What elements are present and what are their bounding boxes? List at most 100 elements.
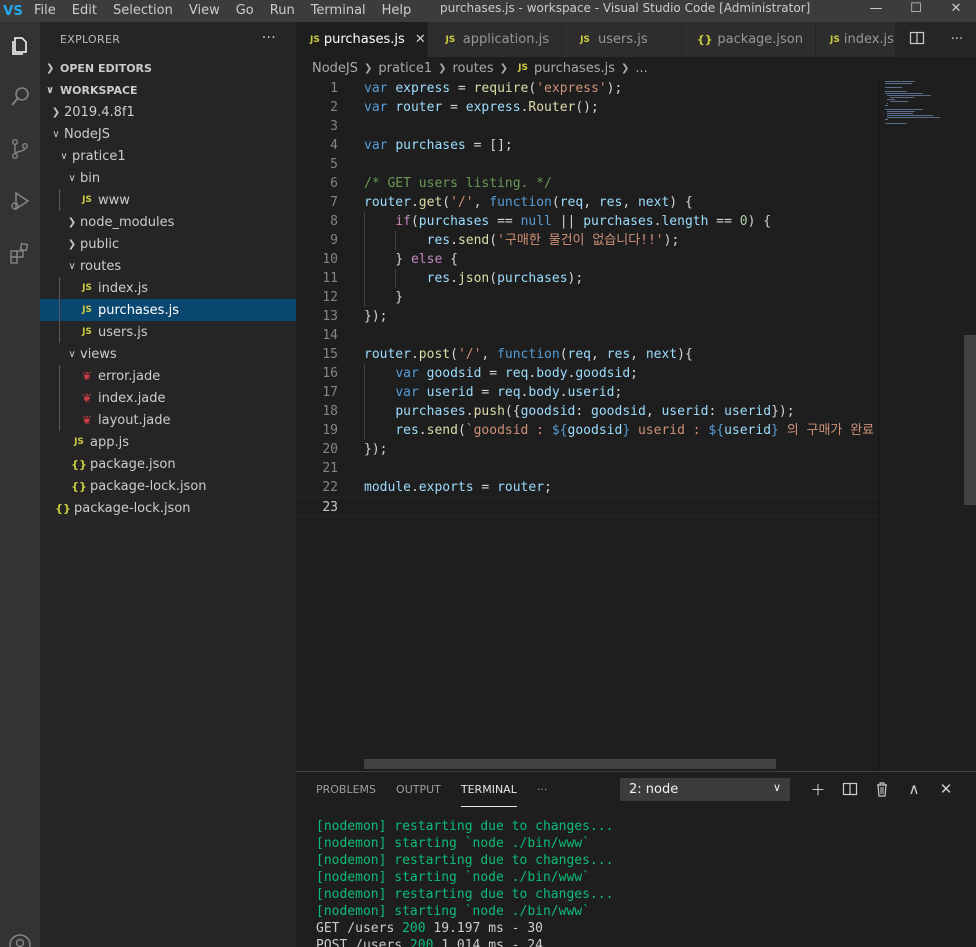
tree-file[interactable]: {} package-lock.json: [40, 497, 296, 519]
code-editor[interactable]: 1 var express = require('express'); 2 var r…: [296, 79, 976, 771]
horizontal-scrollbar[interactable]: [364, 759, 776, 769]
panel-more-icon[interactable]: ···: [537, 772, 548, 807]
split-editor-icon[interactable]: [909, 30, 925, 50]
tree-file[interactable]: JS users.js: [40, 321, 296, 343]
minimap-line: [885, 87, 903, 88]
close-icon[interactable]: ✕: [936, 0, 976, 16]
panel-tabs: PROBLEMS OUTPUT TERMINAL ···: [316, 772, 567, 807]
maximize-icon[interactable]: ☐: [896, 0, 936, 16]
split-terminal-icon[interactable]: [834, 778, 866, 800]
more-actions-icon[interactable]: ···: [262, 30, 276, 46]
close-tab-icon[interactable]: ✕: [415, 32, 426, 47]
tree-file[interactable]: JS purchases.js: [40, 299, 296, 321]
account-icon[interactable]: [0, 925, 40, 947]
tree-folder[interactable]: ∨ NodeJS: [40, 123, 296, 145]
chevron-down-icon: ∨: [68, 260, 76, 272]
menu-selection[interactable]: Selection: [105, 0, 181, 22]
tree-file[interactable]: JS index.js: [40, 277, 296, 299]
tree-file[interactable]: {} package-lock.json: [40, 475, 296, 497]
code-line[interactable]: 23: [296, 497, 878, 516]
minimize-icon[interactable]: —: [856, 0, 896, 16]
code-line[interactable]: 11 res.json(purchases);: [296, 269, 878, 288]
code-line[interactable]: 8 if(purchases == null || purchases.leng…: [296, 212, 878, 231]
menu-terminal[interactable]: Terminal: [303, 0, 374, 22]
terminal-output[interactable]: [nodemon] restarting due to changes... [n…: [316, 818, 613, 947]
code-line[interactable]: 3: [296, 117, 878, 136]
code-line[interactable]: 1 var express = require('express');: [296, 79, 878, 98]
menu-help[interactable]: Help: [374, 0, 420, 22]
tree-folder[interactable]: ∨ views: [40, 343, 296, 365]
tab-users-js[interactable]: JS users.js: [562, 22, 682, 57]
code-line[interactable]: 19 res.send(`goodsid : ${goodsid} userid…: [296, 421, 878, 440]
scrollbar-thumb[interactable]: [964, 335, 976, 505]
files-icon[interactable]: [0, 26, 40, 66]
close-icon[interactable]: ✕: [930, 778, 962, 800]
menu-run[interactable]: Run: [262, 0, 303, 22]
tree-folder[interactable]: ❯ node_modules: [40, 211, 296, 233]
tab-application-js[interactable]: JS application.js: [428, 22, 562, 57]
code-line[interactable]: 6 /* GET users listing. */: [296, 174, 878, 193]
code-line[interactable]: 22 module.exports = router;: [296, 478, 878, 497]
breadcrumb-item[interactable]: purchases.js: [534, 61, 615, 76]
tree-folder[interactable]: ∨ bin: [40, 167, 296, 189]
source-control-icon[interactable]: [0, 129, 40, 169]
tab-terminal[interactable]: TERMINAL: [460, 772, 517, 807]
code-line[interactable]: 4 var purchases = [];: [296, 136, 878, 155]
tree-folder[interactable]: ∨ routes: [40, 255, 296, 277]
minimap[interactable]: [878, 79, 962, 771]
run-debug-icon[interactable]: [0, 181, 40, 221]
code-line[interactable]: 5: [296, 155, 878, 174]
json-file-icon: {}: [55, 501, 71, 515]
menu-view[interactable]: View: [181, 0, 228, 22]
breadcrumb-item[interactable]: ...: [635, 61, 647, 76]
code-line[interactable]: 13});: [296, 307, 878, 326]
terminal-select[interactable]: 2: node ∨: [620, 778, 790, 801]
menu-go[interactable]: Go: [228, 0, 262, 22]
trash-icon[interactable]: [866, 778, 898, 800]
vertical-scrollbar[interactable]: [964, 79, 976, 771]
code-line[interactable]: 10 } else {: [296, 250, 878, 269]
tab-index-js[interactable]: JS index.js: [816, 22, 896, 57]
tree-file[interactable]: JS app.js: [40, 431, 296, 453]
tree-folder[interactable]: ❯ public: [40, 233, 296, 255]
menu-edit[interactable]: Edit: [64, 0, 105, 22]
code-line[interactable]: 12 }: [296, 288, 878, 307]
code-line[interactable]: 14: [296, 326, 878, 345]
tree-folder[interactable]: ❯ 2019.4.8f1: [40, 101, 296, 123]
tab-problems[interactable]: PROBLEMS: [316, 772, 376, 807]
more-actions-icon[interactable]: ···: [951, 32, 963, 47]
tree-file[interactable]: {} package.json: [40, 453, 296, 475]
code-line[interactable]: 9 res.send('구매한 물건이 없습니다!!');: [296, 231, 878, 250]
minimap-line: [887, 99, 895, 100]
extensions-icon[interactable]: [0, 233, 40, 273]
line-number: 6: [330, 176, 338, 191]
code-line[interactable]: 7 router.get('/', function(req, res, next…: [296, 193, 878, 212]
tree-folder[interactable]: ∨ pratice1: [40, 145, 296, 167]
chevron-up-icon[interactable]: ∧: [898, 778, 930, 800]
breadcrumb-item[interactable]: pratice1: [378, 61, 432, 76]
code-line[interactable]: 16 var goodsid = req.body.goodsid;: [296, 364, 878, 383]
code-line[interactable]: 20});: [296, 440, 878, 459]
tree-item-label: node_modules: [80, 214, 175, 230]
search-icon[interactable]: [0, 77, 40, 117]
code-line[interactable]: 15 router.post('/', function(req, res, ne…: [296, 345, 878, 364]
menu-file[interactable]: File: [26, 0, 64, 22]
tree-file[interactable]: ❦ index.jade: [40, 387, 296, 409]
tab-output[interactable]: OUTPUT: [396, 772, 441, 807]
tree-file[interactable]: ❦ error.jade: [40, 365, 296, 387]
add-terminal-icon[interactable]: ＋: [802, 778, 834, 800]
tree-file[interactable]: JS www: [40, 189, 296, 211]
code-line[interactable]: 21: [296, 459, 878, 478]
code-line[interactable]: 2 var router = express.Router();: [296, 98, 878, 117]
workspace-section[interactable]: ∨ WORKSPACE: [40, 79, 296, 101]
tab-purchases-js[interactable]: JS purchases.js ✕: [296, 22, 428, 57]
tree-file[interactable]: ❦ layout.jade: [40, 409, 296, 431]
code-line[interactable]: 18 purchases.push({goodsid: goodsid, use…: [296, 402, 878, 421]
code-line[interactable]: 17 var userid = req.body.userid;: [296, 383, 878, 402]
open-editors-section[interactable]: ❯ OPEN EDITORS: [40, 57, 296, 79]
breadcrumb-item[interactable]: routes: [453, 61, 494, 76]
tab-package-json[interactable]: {} package.json: [682, 22, 816, 57]
terminal-line: [nodemon] restarting due to changes...: [316, 819, 614, 834]
terminal-line: [nodemon] starting `node ./bin/www`: [316, 870, 590, 885]
breadcrumb-item[interactable]: NodeJS: [312, 61, 358, 76]
